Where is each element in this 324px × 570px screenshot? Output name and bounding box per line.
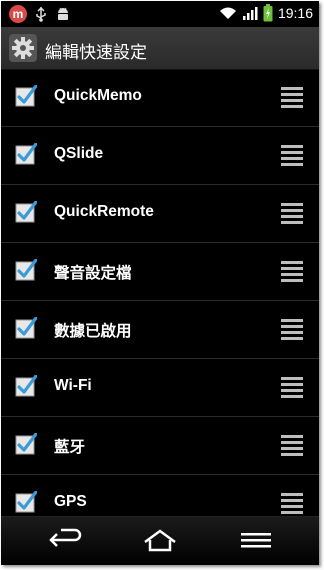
wifi-icon [219, 7, 236, 19]
checkbox[interactable] [15, 433, 37, 455]
usb-icon [36, 6, 46, 22]
list-item[interactable]: 數據已啟用 [1, 301, 319, 359]
page-title: 編輯快速設定 [45, 43, 147, 62]
menu-icon[interactable] [237, 526, 275, 556]
drag-handle-icon[interactable] [281, 144, 303, 166]
drag-handle-icon[interactable] [281, 260, 303, 282]
list-item[interactable]: Wi-Fi [1, 359, 319, 417]
checkbox[interactable] [15, 85, 37, 107]
drag-handle-icon[interactable] [281, 86, 303, 108]
android-icon [58, 7, 68, 20]
drag-handle-icon[interactable] [281, 492, 303, 514]
checkbox[interactable] [15, 491, 37, 513]
checkbox[interactable] [15, 143, 37, 165]
checkbox[interactable] [15, 259, 37, 281]
title-bar: 編輯快速設定 [1, 27, 319, 70]
status-bar: m 19:16 [1, 1, 319, 27]
item-label: 數據已啟用 [54, 323, 132, 340]
drag-handle-icon[interactable] [281, 202, 303, 224]
m-app-icon: m [9, 5, 27, 23]
back-icon[interactable] [47, 526, 85, 556]
list-item[interactable]: QSlide [1, 127, 319, 185]
item-label: Wi-Fi [54, 377, 92, 394]
list-item[interactable]: QuickRemote [1, 185, 319, 243]
drag-handle-icon[interactable] [281, 376, 303, 398]
item-label: QSlide [54, 145, 104, 162]
navigation-bar [1, 516, 319, 565]
item-label: 藍牙 [54, 439, 86, 456]
screen: m 19:16 編輯快速設定 QuickMemo QSlide QuickRem… [1, 1, 319, 565]
list-item[interactable]: 聲音設定檔 [1, 243, 319, 301]
quick-settings-list: QuickMemo QSlide QuickRemote 聲音設定檔 數據已啟用… [1, 69, 319, 533]
battery-charging-icon [263, 4, 273, 22]
item-label: GPS [54, 493, 87, 510]
item-label: QuickRemote [54, 203, 154, 220]
item-label: 聲音設定檔 [54, 265, 132, 282]
checkbox[interactable] [15, 201, 37, 223]
list-item[interactable]: QuickMemo [1, 69, 319, 127]
drag-handle-icon[interactable] [281, 434, 303, 456]
drag-handle-icon[interactable] [281, 318, 303, 340]
checkbox[interactable] [15, 317, 37, 339]
home-icon[interactable] [141, 526, 179, 556]
gear-icon [9, 34, 37, 62]
signal-icon [242, 7, 258, 20]
list-item[interactable]: 藍牙 [1, 417, 319, 475]
checkbox[interactable] [15, 375, 37, 397]
item-label: QuickMemo [54, 87, 142, 104]
clock: 19:16 [277, 5, 313, 21]
